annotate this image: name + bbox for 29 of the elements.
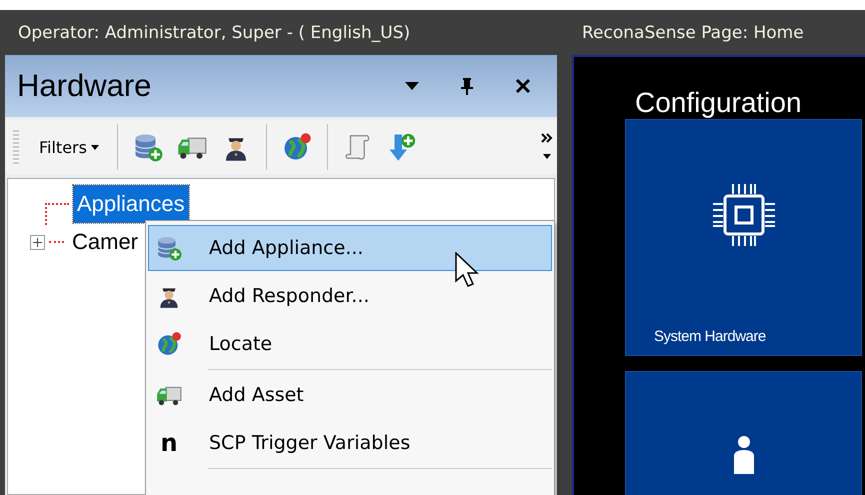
expand-icon[interactable] bbox=[30, 234, 45, 250]
menu-item[interactable]: Add Responder... bbox=[148, 273, 552, 319]
filters-dropdown[interactable]: Filters bbox=[33, 134, 109, 160]
grip-icon bbox=[13, 129, 19, 165]
pin-icon bbox=[461, 77, 473, 95]
tree-item[interactable]: Appliances bbox=[73, 185, 189, 223]
menu-item[interactable]: Locate bbox=[148, 321, 552, 367]
glyph-icon: n bbox=[160, 429, 178, 457]
mouse-pointer-icon bbox=[455, 252, 479, 288]
globe-pin-icon bbox=[282, 132, 312, 162]
section-title: Configuration bbox=[635, 87, 803, 119]
menu-item[interactable]: Add Appliance... bbox=[148, 225, 552, 271]
operator-label: Operator: Administrator, Super - ( English_US) bbox=[18, 22, 412, 42]
configuration-tile[interactable]: System Hardware bbox=[625, 119, 862, 356]
menu-item[interactable]: n SCP Trigger Variables bbox=[148, 420, 552, 466]
globe-pin-icon bbox=[156, 331, 182, 357]
database-add-icon bbox=[156, 235, 182, 261]
tree-line bbox=[49, 241, 64, 243]
tree-item[interactable]: Camer bbox=[68, 223, 142, 261]
page-title: ReconaSense Page: Home bbox=[582, 22, 804, 42]
close-icon bbox=[515, 78, 531, 94]
tree-line bbox=[45, 203, 69, 225]
caret-icon bbox=[90, 144, 99, 150]
database-add-icon bbox=[132, 132, 163, 162]
caret-icon bbox=[405, 82, 419, 90]
panel-title: Hardware bbox=[17, 68, 152, 104]
menu-item[interactable]: Add Asset bbox=[148, 372, 552, 418]
chip-icon bbox=[710, 182, 776, 248]
arrow-down-add-icon bbox=[386, 132, 417, 162]
